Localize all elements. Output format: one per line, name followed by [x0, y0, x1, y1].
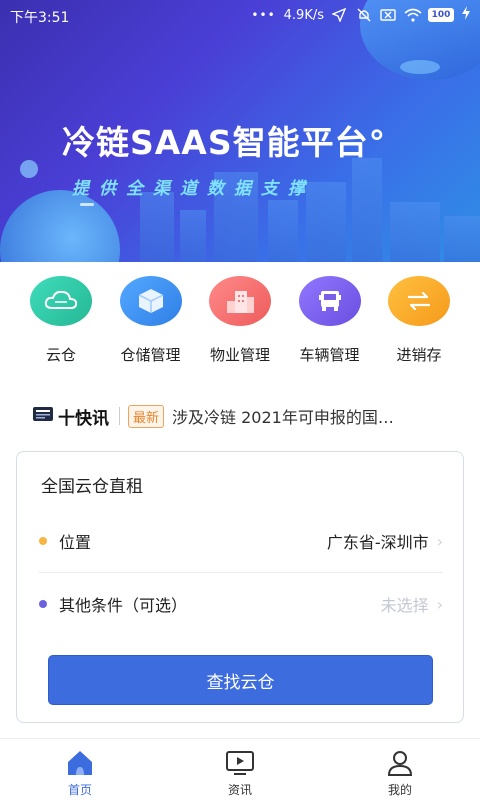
- newspaper-icon: [32, 405, 54, 428]
- box-icon: [119, 276, 182, 326]
- category-label: 物业管理: [209, 346, 270, 364]
- battery-icon: 100: [428, 8, 454, 22]
- news-ticker[interactable]: 十快讯 最新 涉及冷链 2021年可申报的国…: [32, 402, 442, 430]
- banner-building: [390, 202, 440, 262]
- tab-label: 我的: [387, 783, 412, 797]
- other-conditions-row[interactable]: 其他条件（可选） 未选择 ›: [39, 589, 443, 619]
- category-label: 云仓: [45, 346, 76, 364]
- news-logo: 十快讯: [32, 404, 109, 429]
- category-cloud-warehouse[interactable]: 云仓: [18, 276, 104, 365]
- banner-orb-small: [400, 60, 440, 74]
- chevron-right-icon: ›: [436, 531, 443, 551]
- category-shortcuts: 云仓 仓储管理 物业管理 车辆管理 进销存: [18, 276, 462, 365]
- conditions-value: 未选择: [380, 596, 429, 615]
- banner-globe: [0, 190, 120, 262]
- tab-home[interactable]: 首页: [0, 739, 160, 800]
- location-dot: [39, 537, 47, 545]
- tab-news[interactable]: 资讯: [160, 739, 320, 800]
- news-logo-text: 十快讯: [58, 408, 109, 429]
- find-cloud-warehouse-button[interactable]: 查找云仓: [48, 655, 433, 705]
- card-title: 全国云仓直租: [41, 477, 143, 497]
- category-vehicle-management[interactable]: 车辆管理: [287, 276, 373, 365]
- network-speed: 4.9K/s: [283, 7, 324, 23]
- tab-label: 首页: [67, 783, 92, 797]
- location-value: 广东省-深圳市: [326, 533, 429, 552]
- cloud-icon: [30, 276, 92, 326]
- category-label: 车辆管理: [299, 346, 360, 364]
- no-sim-icon: [380, 8, 396, 22]
- wifi-icon: [404, 8, 422, 22]
- status-time: 下午3:51: [10, 10, 70, 26]
- news-divider: [119, 407, 120, 425]
- category-warehouse-management[interactable]: 仓储管理: [108, 276, 194, 365]
- chevron-right-icon: ›: [436, 594, 443, 614]
- banner-streak: [80, 203, 94, 206]
- status-icons: ••• 4.9K/s 100: [251, 6, 470, 24]
- tab-mine[interactable]: 我的: [320, 739, 480, 800]
- category-inventory[interactable]: 进销存: [376, 276, 462, 365]
- news-latest-badge: 最新: [128, 404, 165, 428]
- banner-bubble: [20, 160, 38, 178]
- conditions-dot: [39, 600, 47, 608]
- bottom-nav: 首页 资讯 我的: [0, 738, 480, 800]
- dots-icon: •••: [251, 8, 276, 22]
- home-icon: [65, 748, 95, 778]
- location-label: 位置: [59, 533, 92, 552]
- category-label: 进销存: [396, 346, 442, 364]
- conditions-label: 其他条件（可选）: [59, 596, 188, 615]
- truck-icon: [298, 276, 361, 326]
- banner-title: 冷链SAAS智能平台°: [62, 123, 387, 162]
- location-row[interactable]: 位置 广东省-深圳市 ›: [39, 526, 443, 556]
- user-icon: [385, 748, 415, 778]
- tab-label: 资讯: [227, 783, 252, 797]
- location-arrow-icon: [331, 7, 348, 23]
- news-headline[interactable]: 涉及冷链 2021年可申报的国…: [172, 404, 422, 428]
- charging-icon: [462, 6, 470, 24]
- banner-building: [444, 216, 480, 262]
- building-icon: [209, 276, 271, 326]
- mute-bell-icon: [356, 8, 372, 22]
- banner-building: [268, 200, 298, 262]
- status-bar: 下午3:51 ••• 4.9K/s 100: [0, 0, 480, 32]
- row-divider: [39, 572, 443, 573]
- banner-building: [140, 192, 174, 262]
- cloud-warehouse-search-card: 全国云仓直租 位置 广东省-深圳市 › 其他条件（可选） 未选择 › 查找云仓: [16, 451, 464, 723]
- category-property-management[interactable]: 物业管理: [197, 276, 283, 365]
- hero-banner[interactable]: 冷链SAAS智能平台° 提供全渠道数据支撑: [0, 0, 480, 262]
- banner-subtitle: 提供全渠道数据支撑: [72, 179, 315, 199]
- exchange-icon: [388, 276, 450, 326]
- category-label: 仓储管理: [120, 346, 181, 364]
- video-icon: [225, 748, 255, 778]
- banner-building: [180, 210, 206, 262]
